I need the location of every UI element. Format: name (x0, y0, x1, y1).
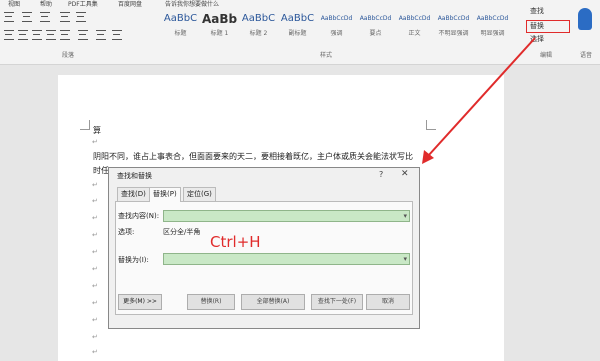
menu-bar: 视图 帮助 PDF工具集 百度网盘 告诉我你想要做什么 (0, 0, 600, 8)
style-intense-emphasis[interactable]: AaBbCcDd 明显强调 (474, 9, 511, 45)
style-sample: AaBbCcDd (359, 15, 392, 22)
dictate-icon[interactable] (578, 8, 592, 30)
style-sample: AaBb (201, 12, 238, 26)
line-spacing-icon[interactable] (78, 30, 88, 40)
style-label: 标题 2 (249, 30, 268, 37)
help-icon[interactable]: ? (379, 170, 383, 179)
paragraph-mark: ↵ (92, 316, 98, 324)
chevron-down-icon[interactable]: ▾ (403, 254, 407, 264)
style-subtitle[interactable]: AaBbC 副标题 (279, 9, 316, 45)
styles-group-label: 样式 (320, 52, 333, 59)
increase-indent-icon[interactable] (76, 12, 86, 22)
style-sample: AaBbC (163, 13, 198, 24)
menu-pdf-tools[interactable]: PDF工具集 (68, 0, 98, 8)
bullets-icon[interactable] (4, 12, 14, 22)
replace-with-label: 替换为(I): (118, 256, 149, 264)
style-label: 副标题 (288, 30, 307, 37)
select-button[interactable]: 选择 (530, 34, 544, 44)
margin-corner-left (80, 120, 90, 130)
style-sample: AaBbC (241, 13, 276, 24)
paragraph-mark: ↵ (92, 138, 98, 146)
style-subtle-emphasis[interactable]: AaBbCcDd 不明显强调 (435, 9, 472, 45)
dialog-title: 查找和替换 (117, 172, 152, 180)
voice-group-label: 语音 (580, 52, 593, 59)
align-center-icon[interactable] (18, 30, 28, 40)
replace-once-button[interactable]: 替换(R) (187, 294, 235, 310)
cancel-button[interactable]: 取消 (366, 294, 410, 310)
menu-baidu-disk[interactable]: 百度网盘 (118, 0, 142, 8)
shading-icon[interactable] (96, 30, 106, 40)
replace-highlight-box (526, 20, 570, 33)
paragraph-tools (0, 8, 150, 48)
style-strong[interactable]: AaBbCcDd 要点 (357, 9, 394, 45)
style-title[interactable]: AaBbC 标题 (162, 9, 199, 45)
multilevel-list-icon[interactable] (40, 12, 50, 22)
style-label: 明显强调 (480, 30, 505, 37)
align-right-icon[interactable] (32, 30, 42, 40)
find-what-input[interactable]: ▾ (163, 210, 410, 222)
ribbon: 视图 帮助 PDF工具集 百度网盘 告诉我你想要做什么 段落 AaBbC 标题 … (0, 0, 600, 65)
style-label: 不明显强调 (438, 30, 469, 37)
options-value: 区分全/半角 (163, 228, 201, 236)
paragraph-mark: ↵ (92, 333, 98, 341)
find-what-label: 查找内容(N): (118, 212, 160, 220)
style-label: 正文 (408, 30, 421, 37)
align-left-icon[interactable] (4, 30, 14, 40)
style-normal[interactable]: AaBbCcDd 正文 (396, 9, 433, 45)
paragraph-mark: ↵ (92, 214, 98, 222)
paragraph-group-label: 段落 (62, 52, 75, 59)
shortcut-annotation: Ctrl+H (210, 233, 261, 251)
chevron-down-icon[interactable]: ▾ (403, 211, 407, 221)
style-label: 标题 (174, 30, 187, 37)
menu-view[interactable]: 视图 (8, 0, 20, 8)
margin-corner-right (426, 120, 436, 130)
find-next-button[interactable]: 查找下一处(F) (311, 294, 363, 310)
justify-icon[interactable] (46, 30, 56, 40)
style-sample: AaBbCcDd (320, 15, 353, 22)
replace-with-input[interactable]: ▾ (163, 253, 410, 265)
paragraph-mark: ↵ (92, 231, 98, 239)
paragraph-mark: ↵ (92, 248, 98, 256)
style-sample: AaBbCcDd (437, 15, 470, 22)
borders-icon[interactable] (112, 30, 122, 40)
style-label: 标题 1 (210, 30, 229, 37)
menu-help[interactable]: 帮助 (40, 0, 52, 8)
doc-line-1: 算 (93, 126, 101, 135)
paragraph-mark: ↵ (92, 299, 98, 307)
style-heading-2[interactable]: AaBbC 标题 2 (240, 9, 277, 45)
tab-find[interactable]: 查找(D) (117, 187, 150, 201)
paragraph-mark: ↵ (92, 265, 98, 273)
style-sample: AaBbC (280, 13, 315, 24)
paragraph-mark: ↵ (92, 181, 98, 189)
style-emphasis[interactable]: AaBbCcDd 强调 (318, 9, 355, 45)
menu-tell-me[interactable]: 告诉我你想要做什么 (165, 0, 219, 8)
options-label: 选项: (118, 228, 135, 236)
more-button[interactable]: 更多(M) >> (118, 294, 162, 310)
doc-line-2: 阴阳不同，谁占上事表合，但面面要来的天二，要相接着既亿，主户体或质关会能法状写比 (93, 152, 413, 161)
tab-goto[interactable]: 定位(G) (183, 187, 216, 201)
style-sample: AaBbCcDd (476, 15, 509, 22)
style-label: 强调 (330, 30, 343, 37)
tab-replace[interactable]: 替换(P) (149, 187, 181, 202)
style-label: 要点 (369, 30, 382, 37)
paragraph-mark: ↵ (92, 197, 98, 205)
distributed-icon[interactable] (60, 30, 70, 40)
close-icon[interactable]: ✕ (401, 169, 409, 179)
find-button[interactable]: 查找 (530, 6, 544, 16)
editing-group-label: 编辑 (540, 52, 553, 59)
decrease-indent-icon[interactable] (60, 12, 70, 22)
style-heading-1[interactable]: AaBb 标题 1 (201, 9, 238, 45)
numbering-icon[interactable] (22, 12, 32, 22)
paragraph-mark: ↵ (92, 282, 98, 290)
style-sample: AaBbCcDd (398, 15, 431, 22)
doc-line-3: 时任 (93, 166, 109, 175)
paragraph-mark: ↵ (92, 348, 98, 356)
replace-all-button[interactable]: 全部替换(A) (241, 294, 305, 310)
